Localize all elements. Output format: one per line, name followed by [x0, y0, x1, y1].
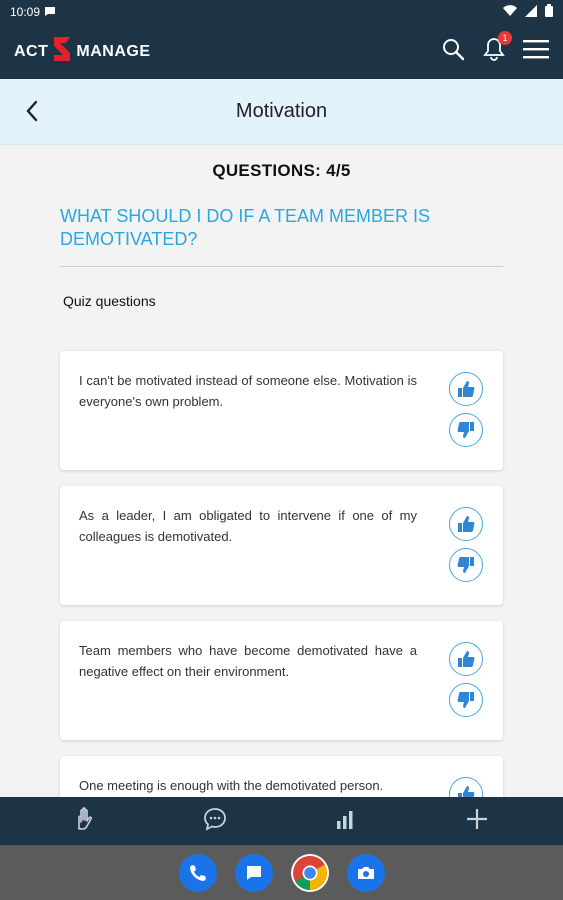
answer-card: I can't be motivated instead of someone …: [60, 351, 503, 470]
wifi-icon: [503, 4, 517, 20]
status-time: 10:09: [10, 5, 41, 19]
thumbs-down-icon: [457, 692, 474, 708]
logo-text-left: ACT: [14, 42, 49, 60]
thumbs-down-icon: [457, 557, 474, 573]
logo-text-right: MANAGE: [76, 42, 151, 60]
add-icon[interactable]: [465, 807, 489, 836]
thumbs-up-icon: [458, 516, 475, 532]
answer-card: As a leader, I am obligated to intervene…: [60, 486, 503, 605]
system-dock: [0, 845, 563, 900]
chat-icon[interactable]: [203, 807, 227, 836]
thumbs-down-button[interactable]: [449, 413, 483, 447]
thumbs-up-button[interactable]: [449, 777, 483, 797]
back-button[interactable]: [20, 98, 46, 124]
status-bar: 10:09: [0, 0, 563, 24]
answer-text: I can't be motivated instead of someone …: [79, 373, 417, 409]
page-title: Motivation: [235, 100, 328, 122]
logo-mark-icon: [52, 35, 72, 68]
battery-icon: [545, 4, 553, 20]
section-label: Quiz questions: [63, 293, 156, 309]
answer-text: Team members who have become demotivated…: [79, 643, 417, 679]
phone-icon[interactable]: [178, 853, 217, 892]
question-progress: QUESTIONS: 4/5: [212, 161, 351, 180]
answer-text: As a leader, I am obligated to intervene…: [79, 508, 417, 544]
signal-icon: [525, 4, 537, 20]
answer-card: One meeting is enough with the demotivat…: [60, 756, 503, 797]
quiz-content[interactable]: QUESTIONS: 4/5 WHAT SHOULD I DO IF A TEA…: [0, 145, 563, 797]
camera-icon[interactable]: [346, 853, 385, 892]
thumbs-down-icon: [457, 422, 474, 438]
thumbs-up-button[interactable]: [449, 507, 483, 541]
notification-badge: 1: [498, 31, 512, 45]
chevron-left-icon: [26, 100, 38, 122]
thumbs-up-button[interactable]: [449, 372, 483, 406]
page-header: Motivation: [0, 79, 563, 145]
answer-text: One meeting is enough with the demotivat…: [79, 778, 384, 793]
answer-card: Team members who have become demotivated…: [60, 621, 503, 740]
question-text: WHAT SHOULD I DO IF A TEAM MEMBER IS DEM…: [60, 206, 431, 249]
messages-icon[interactable]: [234, 853, 273, 892]
thumbs-up-icon: [458, 381, 475, 397]
app-header: ACT MANAGE 1: [0, 24, 563, 79]
search-icon[interactable]: [441, 37, 465, 66]
answer-list: I can't be motivated instead of someone …: [60, 351, 503, 797]
thumbs-down-button[interactable]: [449, 683, 483, 717]
bottom-navigation: [0, 797, 563, 845]
thumbs-up-icon: [458, 786, 475, 797]
menu-icon[interactable]: [523, 38, 549, 65]
chrome-icon[interactable]: [290, 853, 329, 892]
thumbs-up-button[interactable]: [449, 642, 483, 676]
stats-icon[interactable]: [334, 807, 358, 836]
notifications-button[interactable]: 1: [483, 31, 512, 66]
hand-icon[interactable]: [74, 806, 96, 836]
thumbs-up-icon: [458, 651, 475, 667]
message-icon: [44, 5, 56, 20]
divider: [60, 266, 503, 267]
thumbs-down-button[interactable]: [449, 548, 483, 582]
act2manage-logo: ACT MANAGE: [14, 35, 151, 68]
